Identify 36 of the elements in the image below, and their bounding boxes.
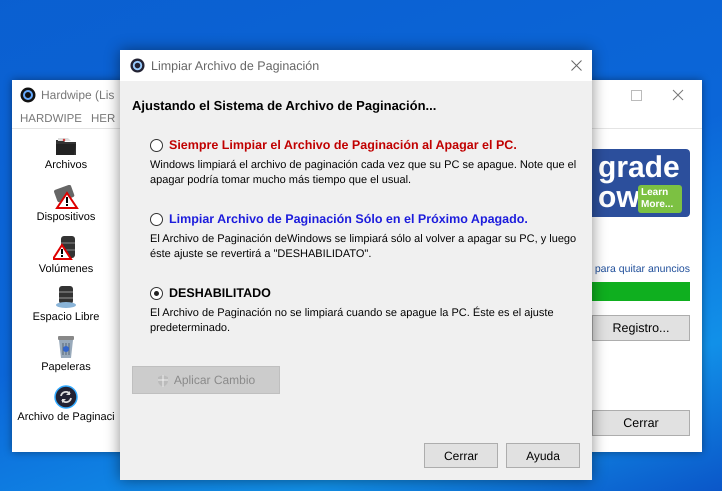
close-button[interactable]: Cerrar (424, 443, 498, 468)
shield-icon (156, 374, 169, 386)
menu-item[interactable]: HER (90, 113, 116, 125)
register-button[interactable]: Registro... (592, 315, 690, 341)
sidebar-label[interactable]: Volúmenes (38, 263, 94, 275)
radio-button[interactable] (150, 286, 163, 300)
sidebar-label[interactable]: Archivo de Paginaci (17, 411, 115, 423)
close-icon[interactable] (571, 60, 582, 71)
dialog-heading: Ajustando el Sistema de Archivo de Paginación... (132, 98, 438, 113)
option-label[interactable]: DESHABILITADO (169, 286, 271, 300)
option-description: El Archivo de Paginación no se limpiará cuando se apague la PC. Éste es el ajuste predeterminado. (150, 306, 555, 336)
app-icon (130, 58, 145, 73)
banner-text: grade (598, 153, 680, 183)
database-icon (54, 285, 78, 309)
sidebar-label[interactable]: Papeleras (41, 361, 91, 373)
app-icon (20, 87, 36, 103)
option-description: El Archivo de Paginación deWindows se limpiará sólo al volver a apagar su PC, y luego éste ajuste se revertirá a "DESHABILIDATO". (150, 232, 578, 262)
close-button[interactable]: Cerrar (592, 410, 690, 436)
window-title: Hardwipe (Lis (41, 88, 114, 102)
option-label[interactable]: Limpiar Archivo de Paginación Sólo en el Próximo Apagado. (169, 212, 528, 226)
sidebar-label[interactable]: Archivos (44, 159, 88, 171)
help-button[interactable]: Ayuda (506, 443, 580, 468)
drive-warning-icon (53, 185, 79, 209)
radio-button[interactable] (150, 212, 163, 226)
sidebar-label[interactable]: Dispositivos (36, 211, 96, 223)
sync-icon (54, 385, 78, 409)
close-icon[interactable] (672, 89, 684, 101)
dialog-title: Limpiar Archivo de Paginación (151, 58, 320, 72)
sidebar-label[interactable]: Espacio Libre (32, 311, 100, 323)
radio-button[interactable] (150, 138, 163, 152)
remove-ads-link[interactable]: para quitar anuncios (594, 263, 690, 275)
banner-text: ow (598, 183, 640, 213)
folder-icon (54, 135, 78, 157)
option-label[interactable]: Siempre Limpiar el Archivo de Paginación al Apagar el PC. (169, 138, 517, 152)
menu-item[interactable]: HARDWIPE (20, 113, 82, 125)
option-description: Windows limpiará el archivo de paginación cada vez que su PC se apague. Note que el apagar podría tomar mucho más tiempo que el usual. (150, 158, 578, 188)
